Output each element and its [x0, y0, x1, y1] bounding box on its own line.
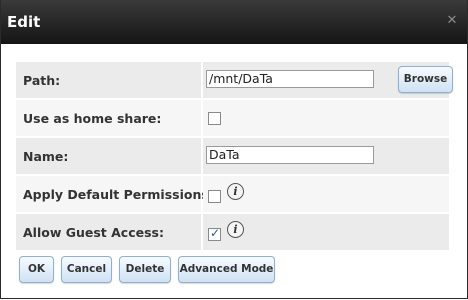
default-permissions-row: Apply Default Permissions: i: [16, 176, 449, 212]
path-row: Path: /mnt/DaTa Browse: [16, 62, 453, 98]
home-share-label: Use as home share:: [23, 111, 162, 126]
close-icon[interactable]: ✕: [445, 14, 459, 28]
dialog-title: Edit: [7, 13, 41, 31]
info-icon[interactable]: i: [227, 183, 244, 200]
path-label: Path:: [23, 73, 61, 88]
guest-access-checkbox[interactable]: [208, 226, 221, 241]
info-icon[interactable]: i: [227, 221, 244, 238]
ok-button[interactable]: OK: [19, 256, 54, 283]
home-share-row: Use as home share:: [16, 100, 449, 136]
edit-dialog: Edit ✕ Path: /mnt/DaTa Browse Use as hom…: [0, 0, 468, 299]
dialog-titlebar[interactable]: Edit ✕: [1, 0, 467, 44]
name-label-cell: Name:: [16, 138, 201, 174]
name-input[interactable]: DaTa: [206, 146, 374, 164]
advanced-mode-button[interactable]: Advanced Mode: [178, 256, 275, 283]
guest-access-label-cell: Allow Guest Access:: [16, 214, 201, 250]
guest-access-label: Allow Guest Access:: [23, 225, 164, 240]
browse-button[interactable]: Browse: [398, 66, 453, 93]
default-permissions-checkbox[interactable]: [208, 190, 221, 203]
home-share-checkbox[interactable]: [208, 112, 221, 125]
path-label-cell: Path:: [16, 62, 201, 98]
home-share-value-cell: [203, 100, 449, 136]
guest-access-row: Allow Guest Access: i: [16, 214, 449, 250]
default-permissions-label-cell: Apply Default Permissions:: [16, 176, 214, 212]
name-row: Name: DaTa: [16, 138, 449, 174]
name-label: Name:: [23, 149, 69, 164]
delete-button[interactable]: Delete: [119, 256, 171, 283]
default-permissions-label: Apply Default Permissions:: [23, 187, 214, 202]
home-share-label-cell: Use as home share:: [16, 100, 201, 136]
path-input[interactable]: /mnt/DaTa: [206, 70, 374, 88]
cancel-button[interactable]: Cancel: [61, 256, 112, 283]
